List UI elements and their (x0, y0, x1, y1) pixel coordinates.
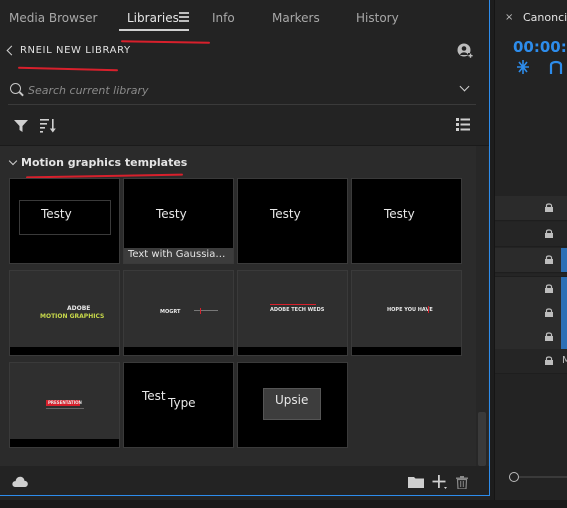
template-tile[interactable]: Testy (237, 178, 348, 264)
timeline-zoom-scrollbar[interactable] (495, 462, 567, 492)
track-target-indicator[interactable] (561, 325, 567, 349)
tile-decoration (194, 310, 218, 311)
zoom-handle[interactable] (509, 472, 519, 482)
lock-icon[interactable] (545, 229, 553, 238)
lock-icon[interactable] (545, 308, 553, 317)
tile-text: Test (142, 389, 166, 403)
template-tile[interactable]: Testy Text with Gaussian Blur (123, 178, 234, 264)
tile-text: Type (168, 396, 196, 410)
snap-icon[interactable] (517, 60, 567, 74)
search-icon (10, 83, 21, 94)
track-target-indicator[interactable] (561, 301, 567, 325)
tile-text: Testy (384, 207, 415, 221)
template-tile[interactable]: Testy (351, 178, 462, 264)
active-tab-indicator (119, 29, 189, 31)
add-user-icon[interactable] (457, 43, 473, 59)
motion-graphics-section: Motion graphics templates Testy Testy Te… (0, 146, 490, 466)
tab-info[interactable]: Info (212, 11, 235, 25)
tile-decoration (270, 304, 316, 305)
lock-icon[interactable] (545, 203, 553, 212)
tab-markers[interactable]: Markers (272, 11, 320, 25)
tile-text: Testy (156, 207, 187, 221)
template-tile[interactable]: ADOBE TECH WEDS (237, 270, 348, 356)
search-input[interactable] (28, 81, 448, 99)
sequence-tab-title[interactable]: Canoncin (523, 11, 567, 24)
chevron-left-icon[interactable] (6, 45, 17, 56)
lock-icon[interactable] (545, 332, 553, 341)
template-tile[interactable]: MOGRT (123, 270, 234, 356)
tile-text: ADOBE TECH WEDS (270, 307, 325, 313)
tile-text: Upsie (275, 393, 309, 407)
template-tile[interactable]: ADOBE MOTION GRAPHICS (9, 270, 120, 356)
track-row[interactable] (495, 325, 567, 350)
tile-decoration (428, 306, 429, 313)
chevron-down-icon[interactable] (459, 81, 470, 92)
close-icon[interactable]: × (505, 12, 513, 23)
panel-menu-icon[interactable] (179, 12, 189, 22)
tile-bottom-bar (10, 347, 119, 355)
libraries-panel: Media Browser Libraries Info Markers His… (0, 0, 490, 500)
scrollbar-thumb[interactable] (478, 412, 486, 466)
lock-icon[interactable] (545, 356, 553, 365)
track-row[interactable] (495, 248, 567, 273)
tile-decoration (200, 308, 201, 314)
zoom-track[interactable] (519, 476, 567, 478)
panel-tab-bar: Media Browser Libraries Info Markers His… (0, 0, 490, 36)
window-bottom-strip (0, 500, 567, 508)
tab-history[interactable]: History (356, 11, 399, 25)
template-tile[interactable]: Upsie (237, 362, 348, 448)
chevron-down-icon[interactable] (8, 156, 18, 166)
list-view-icon[interactable] (456, 118, 470, 131)
creative-cloud-icon[interactable] (12, 476, 28, 487)
tile-bottom-bar (124, 347, 233, 355)
tile-bottom-bar (238, 347, 347, 355)
track-row[interactable] (495, 196, 567, 221)
tile-text: ADOBE (67, 305, 91, 312)
library-toolbar (0, 112, 490, 138)
library-header: RNEIL NEW LIBRARY (0, 40, 490, 66)
tab-libraries[interactable]: Libraries (127, 11, 179, 25)
template-tile[interactable]: Test Type (123, 362, 234, 448)
track-row[interactable] (495, 222, 567, 247)
new-folder-icon[interactable] (408, 476, 424, 488)
annotation-underline-library (17, 66, 119, 72)
track-row[interactable]: M (495, 349, 567, 374)
grid-scrollbar[interactable] (476, 146, 488, 466)
library-footer (0, 470, 490, 496)
tile-bottom-bar (10, 439, 119, 447)
track-label: M (562, 355, 567, 366)
filter-icon[interactable] (14, 120, 28, 132)
lock-icon[interactable] (545, 255, 553, 264)
tile-bottom-bar (352, 347, 461, 355)
tile-text: Testy (41, 207, 72, 221)
timeline-panel: × Canoncin 00:00:2 M (494, 0, 567, 500)
search-divider (8, 104, 476, 105)
template-tile[interactable]: HOPE YOU HAVE (351, 270, 462, 356)
library-title[interactable]: RNEIL NEW LIBRARY (20, 45, 131, 56)
add-icon[interactable] (432, 474, 448, 490)
lock-icon[interactable] (545, 284, 553, 293)
trash-icon[interactable] (456, 476, 468, 489)
tile-text: PRESENTATION (48, 400, 82, 405)
track-row[interactable] (495, 277, 567, 302)
tile-text: MOGRT (160, 309, 181, 315)
tab-media-browser[interactable]: Media Browser (9, 11, 97, 25)
tile-tooltip: Text with Gaussian Blur (124, 248, 233, 263)
sort-icon[interactable] (40, 118, 56, 133)
tile-text: MOTION GRAPHICS (40, 313, 105, 320)
tile-decoration (46, 408, 84, 409)
track-row[interactable] (495, 301, 567, 326)
timecode-display[interactable]: 00:00:2 (513, 38, 567, 56)
search-bar (0, 78, 476, 104)
track-target-indicator[interactable] (561, 277, 567, 301)
track-target-indicator[interactable] (561, 248, 567, 272)
template-tile[interactable]: PRESENTATION (9, 362, 120, 448)
tile-text: Testy (270, 207, 301, 221)
section-title[interactable]: Motion graphics templates (21, 156, 187, 169)
tile-text: HOPE YOU HAVE (387, 307, 433, 313)
template-tile[interactable]: Testy (9, 178, 120, 264)
